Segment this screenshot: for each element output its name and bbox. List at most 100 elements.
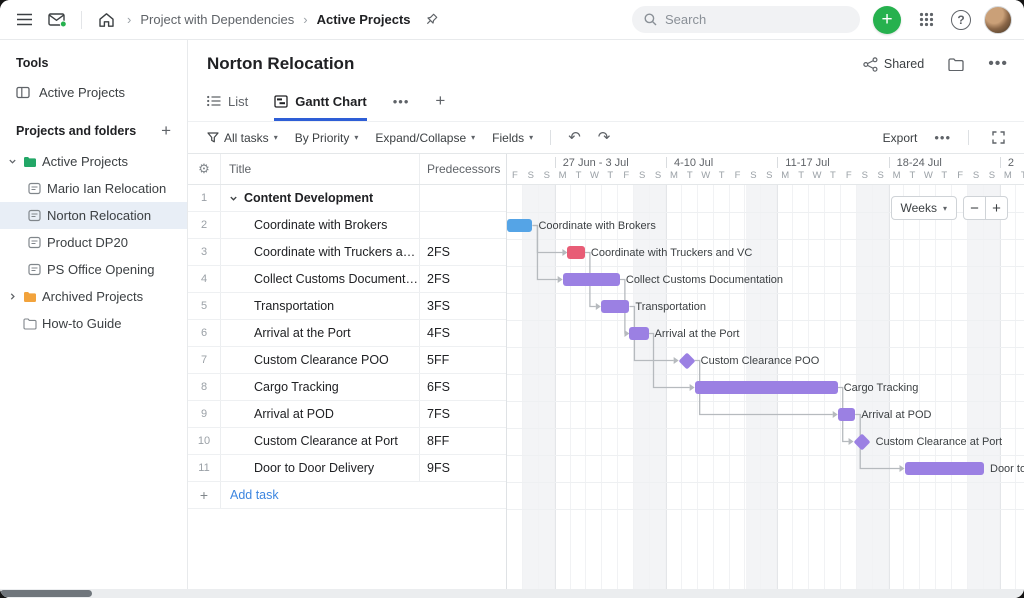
sidebar-item-active-projects[interactable]: Active Projects xyxy=(0,148,187,175)
bar-label: Custom Clearance POO xyxy=(701,355,820,367)
project-icon xyxy=(28,263,47,276)
day-letters-row: FSSMTWTFSSMTWTFSSMTWTFSSMTWTFSSMT xyxy=(507,170,1024,185)
gantt-bar[interactable] xyxy=(695,381,838,394)
tab-gantt-chart[interactable]: Gantt Chart xyxy=(274,84,367,121)
task-predecessor: 9FS xyxy=(420,455,506,481)
gantt-toolbar: All tasks▾ By Priority▾ Expand/Collapse▾… xyxy=(188,121,1024,154)
gantt-bar[interactable] xyxy=(507,219,532,232)
add-task-button[interactable]: Add task xyxy=(221,482,279,508)
help-icon[interactable]: ? xyxy=(951,10,971,30)
column-header-title[interactable]: Title xyxy=(221,154,420,184)
expand-collapse-dropdown[interactable]: Expand/Collapse▾ xyxy=(375,131,475,145)
chevron-down-icon[interactable] xyxy=(8,157,23,166)
fullscreen-icon[interactable] xyxy=(986,126,1010,150)
add-task-plus-icon[interactable]: + xyxy=(188,482,221,508)
table-row[interactable]: 4Collect Customs Documentation2FS xyxy=(188,266,506,293)
table-row[interactable]: 6Arrival at the Port4FS xyxy=(188,320,506,347)
scrollbar-thumb[interactable] xyxy=(0,590,92,597)
gantt-chart-body: Weeks▾ − + Coordinate with BrokersCoordi… xyxy=(507,185,1024,589)
create-button[interactable]: + xyxy=(873,6,901,34)
bar-label: Cargo Tracking xyxy=(844,382,919,394)
week-separator xyxy=(555,157,556,168)
table-row[interactable]: 5Transportation3FS xyxy=(188,293,506,320)
table-row[interactable]: 2Coordinate with Brokers xyxy=(188,212,506,239)
row-number: 6 xyxy=(188,320,221,346)
folder-icon[interactable] xyxy=(944,52,968,76)
breadcrumb-current[interactable]: Active Projects xyxy=(317,12,411,27)
week-boundary-line xyxy=(1000,185,1001,589)
search-input[interactable]: Search xyxy=(632,6,860,33)
day-letter: T xyxy=(602,170,618,181)
sidebar-item-how-to-guide[interactable]: How-to Guide xyxy=(0,310,187,337)
gantt-bar[interactable] xyxy=(567,246,584,259)
table-row[interactable]: 1Content Development xyxy=(188,185,506,212)
task-title: Coordinate with Brokers xyxy=(254,218,387,232)
settings-gear-icon[interactable]: ⚙ xyxy=(198,161,210,177)
sidebar-item-product-dp20[interactable]: Product DP20 xyxy=(0,229,187,256)
gantt-bar[interactable] xyxy=(629,327,648,340)
bar-label: Collect Customs Documentation xyxy=(626,274,783,286)
sidebar-item-norton-relocation[interactable]: Norton Relocation xyxy=(0,202,187,229)
gantt-bar[interactable] xyxy=(905,462,985,475)
table-row[interactable]: 10Custom Clearance at Port8FF xyxy=(188,428,506,455)
sidebar-item-ps-office-opening[interactable]: PS Office Opening xyxy=(0,256,187,283)
task-table: ⚙ Title Predecessors 1Content Developmen… xyxy=(188,154,507,589)
gantt-bar[interactable] xyxy=(601,300,630,313)
gantt-bar[interactable] xyxy=(838,408,855,421)
export-button[interactable]: Export xyxy=(883,131,918,145)
filter-dropdown[interactable]: All tasks▾ xyxy=(207,131,278,145)
table-row[interactable]: 11Door to Door Delivery9FS xyxy=(188,455,506,482)
collapse-chevron-icon[interactable] xyxy=(229,194,238,203)
sidebar-item-mario-ian-relocation[interactable]: Mario Ian Relocation xyxy=(0,175,187,202)
table-row[interactable]: 3Coordinate with Truckers and VC2FS xyxy=(188,239,506,266)
sidebar-item-label: Mario Ian Relocation xyxy=(47,181,166,196)
apps-grid-icon[interactable] xyxy=(914,8,938,32)
avatar[interactable] xyxy=(984,6,1012,34)
zoom-unit-dropdown[interactable]: Weeks▾ xyxy=(891,196,957,220)
tab-more-icon[interactable]: ••• xyxy=(393,84,410,121)
tools-heading: Tools xyxy=(16,56,48,70)
menu-icon[interactable] xyxy=(12,8,36,32)
more-options-icon[interactable]: ••• xyxy=(988,55,1008,73)
folder-plain-icon xyxy=(23,318,42,330)
divider xyxy=(81,11,82,29)
table-row[interactable]: 7Custom Clearance POO5FF xyxy=(188,347,506,374)
horizontal-scrollbar[interactable] xyxy=(0,589,1024,598)
toolbar-more-icon[interactable]: ••• xyxy=(934,130,951,145)
sidebar-item-archived-projects[interactable]: Archived Projects xyxy=(0,283,187,310)
add-project-button[interactable]: + xyxy=(161,122,171,139)
pin-icon[interactable] xyxy=(420,8,444,32)
task-title: Custom Clearance at Port xyxy=(254,434,398,448)
sidebar-item-label: Norton Relocation xyxy=(47,208,151,223)
day-letter: F xyxy=(841,170,857,181)
tab-label: Gantt Chart xyxy=(295,94,367,109)
by-priority-dropdown[interactable]: By Priority▾ xyxy=(295,131,359,145)
week-label: 4-10 Jul xyxy=(674,157,713,169)
zoom-in-button[interactable]: + xyxy=(985,196,1008,220)
redo-icon[interactable]: ↷ xyxy=(598,130,611,145)
week-label: 2 xyxy=(1008,157,1014,169)
task-title-cell: Door to Door Delivery xyxy=(221,455,420,481)
shared-button[interactable]: Shared xyxy=(863,57,924,72)
zoom-out-button[interactable]: − xyxy=(963,196,986,220)
fields-dropdown[interactable]: Fields▾ xyxy=(492,131,533,145)
chevron-right-icon[interactable] xyxy=(8,292,23,301)
column-header-predecessors[interactable]: Predecessors xyxy=(420,154,506,184)
undo-icon[interactable]: ↶ xyxy=(568,130,581,145)
row-separator xyxy=(507,293,1024,294)
table-row[interactable]: 8Cargo Tracking6FS xyxy=(188,374,506,401)
task-title: Custom Clearance POO xyxy=(254,353,389,367)
home-icon[interactable] xyxy=(94,8,118,32)
table-row[interactable]: 9Arrival at POD7FS xyxy=(188,401,506,428)
day-letter: S xyxy=(761,170,777,181)
sidebar-item-active-projects-tool[interactable]: Active Projects xyxy=(0,79,187,106)
task-predecessor: 6FS xyxy=(420,374,506,400)
day-letter: S xyxy=(634,170,650,181)
tab-list[interactable]: List xyxy=(207,84,248,121)
mail-icon[interactable] xyxy=(45,8,69,32)
gantt-bar[interactable] xyxy=(563,273,620,286)
share-icon xyxy=(863,57,878,72)
breadcrumb-parent[interactable]: Project with Dependencies xyxy=(140,12,294,27)
row-separator xyxy=(507,428,1024,429)
add-view-button[interactable]: + xyxy=(435,84,445,121)
